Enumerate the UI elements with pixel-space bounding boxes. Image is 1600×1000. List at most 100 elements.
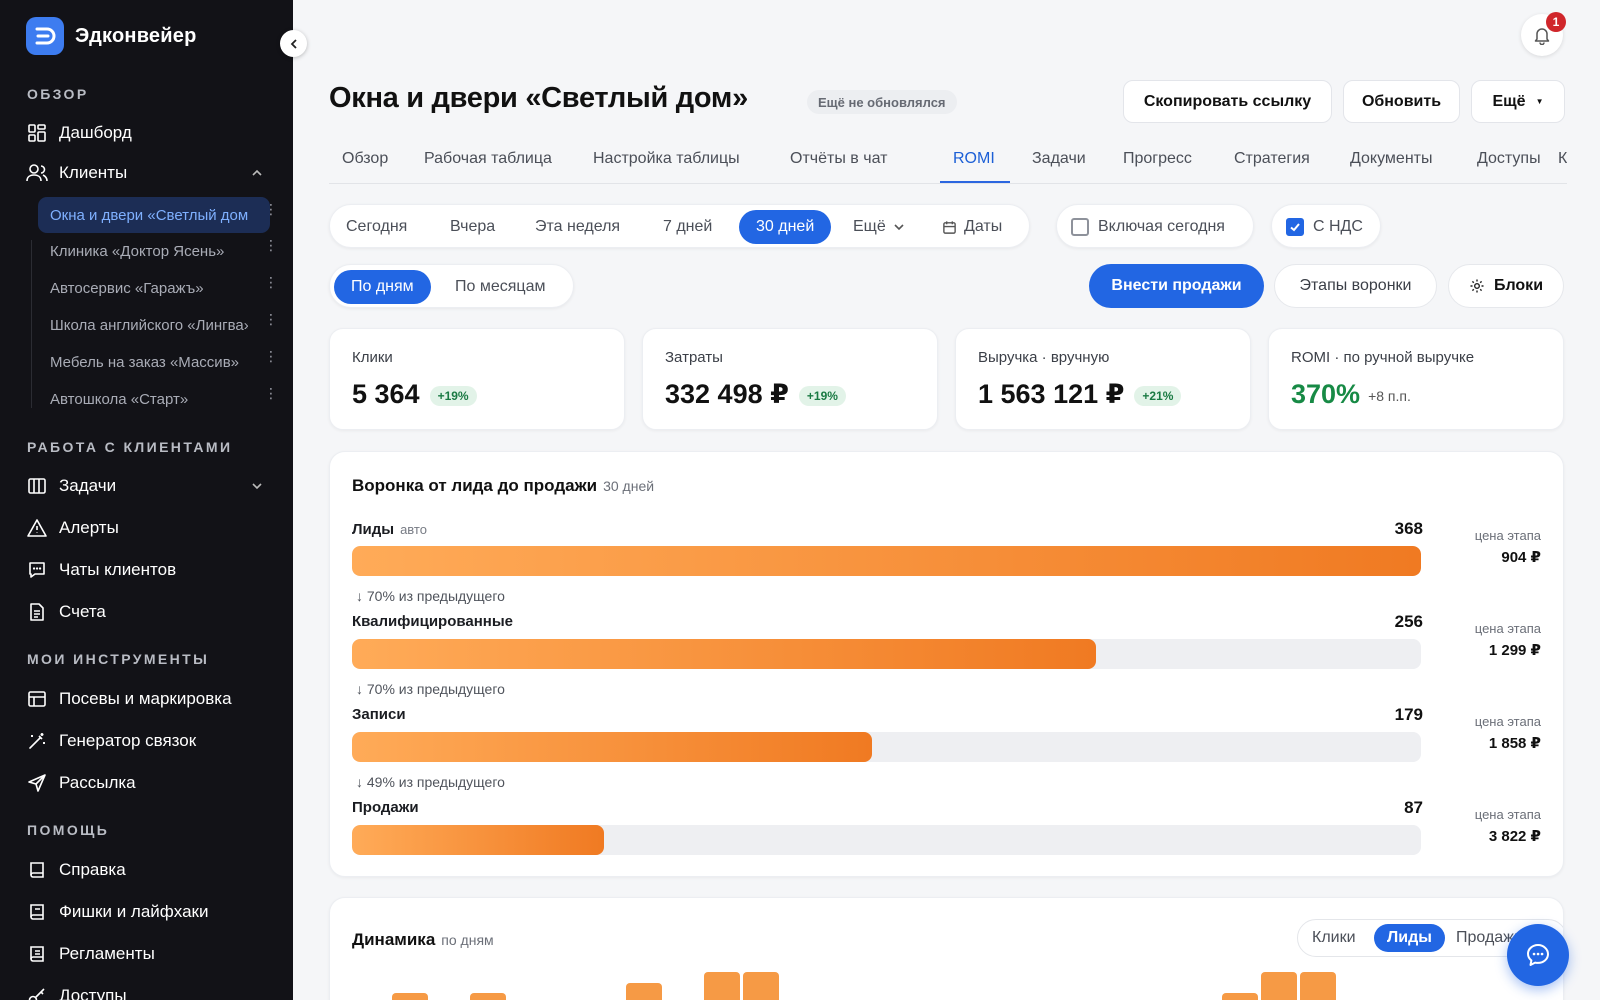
nav-item-access[interactable]: Доступы [26, 980, 270, 1000]
nav-item-rules[interactable]: Регламенты [26, 938, 270, 970]
nav-item-tips[interactable]: Фишки и лайфхаки [26, 896, 270, 928]
stage-label: Продажи [352, 799, 419, 816]
tab-overview[interactable]: Обзор [342, 150, 388, 168]
vat-label: С НДС [1313, 218, 1363, 235]
funnel-title: Воронка от лида до продажи 30 дней [352, 476, 654, 496]
nav-label: Дашборд [59, 123, 132, 142]
tab-table-settings[interactable]: Настройка таблицы [593, 150, 740, 168]
period-this-week[interactable]: Эта неделя [535, 210, 620, 244]
tab-reports[interactable]: Отчёты в чат [790, 150, 887, 168]
kpi-card-clicks: Клики 5 364 +19% [329, 328, 625, 430]
stage-track [352, 639, 1421, 669]
stage-label: Записи [352, 706, 406, 723]
tab-strategy[interactable]: Стратегия [1234, 150, 1310, 168]
funnel-title-text: Воронка от лида до продажи [352, 476, 598, 495]
brand[interactable]: Эдконвейер [26, 17, 197, 55]
stage-price: 1 858 ₽ [1488, 735, 1541, 752]
stage-count: 87 [1404, 798, 1423, 817]
more-vertical-icon[interactable]: ⋮ [264, 386, 278, 400]
kpi-delta-badge: +21% [1134, 385, 1182, 406]
book-icon [26, 943, 48, 965]
tab-truncated[interactable]: К [1558, 150, 1567, 168]
nav-item-reference[interactable]: Справка [26, 854, 270, 886]
tab-tasks[interactable]: Задачи [1032, 150, 1086, 168]
dynamics-subtitle: по дням [441, 932, 494, 948]
client-item[interactable]: Клиника «Доктор Ясень» ⋮ [38, 233, 278, 270]
more-vertical-icon[interactable]: ⋮ [264, 312, 278, 326]
metric-clicks[interactable]: Клики [1312, 924, 1356, 952]
stage-price: 904 ₽ [1501, 549, 1541, 566]
client-list-guide [31, 240, 32, 408]
client-item[interactable]: Школа английского «Лингва» ⋮ [38, 307, 278, 344]
book-icon [26, 859, 48, 881]
stage-track [352, 825, 1421, 855]
more-dropdown-button[interactable]: Ещё ▼ [1471, 80, 1565, 123]
client-name: Клиника «Доктор Ясень» [50, 243, 225, 260]
active-tab-indicator [940, 181, 1010, 183]
period-yesterday[interactable]: Вчера [450, 210, 495, 244]
dates-label: Даты [964, 218, 1003, 235]
key-icon [26, 985, 48, 1000]
nav-item-generator[interactable]: Генератор связок [26, 725, 270, 757]
nav-item-tasks[interactable]: Задачи [26, 470, 270, 502]
include-today-label: Включая сегодня [1098, 218, 1225, 235]
stage-conversion: ↓ 70% из предыдущего [356, 588, 505, 604]
tab-documents[interactable]: Документы [1350, 150, 1432, 168]
dynamics-bar [626, 983, 662, 1000]
chevron-up-icon[interactable] [250, 165, 264, 185]
client-item[interactable]: Мебель на заказ «Массив» ⋮ [38, 344, 278, 381]
more-vertical-icon[interactable]: ⋮ [264, 275, 278, 289]
chat-icon [26, 559, 48, 581]
nav-item-clients[interactable]: Клиенты [26, 157, 270, 189]
stage-price: 1 299 ₽ [1488, 642, 1541, 659]
support-chat-button[interactable] [1507, 924, 1569, 986]
vat-toggle[interactable]: С НДС [1271, 204, 1381, 248]
client-item-active[interactable]: Окна и двери «Светлый дом» ⋮ [38, 197, 278, 233]
chevron-down-icon[interactable] [250, 478, 264, 498]
client-item[interactable]: Автосервис «Гаражъ» ⋮ [38, 270, 278, 307]
nav-item-seeding[interactable]: Посевы и маркировка [26, 683, 270, 715]
period-today[interactable]: Сегодня [346, 210, 407, 244]
more-vertical-icon[interactable]: ⋮ [264, 202, 278, 216]
period-more-dropdown[interactable]: Ещё [853, 210, 906, 244]
refresh-button[interactable]: Обновить [1343, 80, 1460, 123]
metric-leads[interactable]: Лиды [1374, 924, 1445, 952]
brand-logo-icon [26, 17, 64, 55]
nav-item-alerts[interactable]: Алерты [26, 512, 270, 544]
stage-name: Записи [352, 706, 406, 723]
include-today-checkbox-wrap[interactable]: Включая сегодня [1071, 210, 1225, 244]
include-today-toggle[interactable]: Включая сегодня [1056, 204, 1254, 248]
page-title: Окна и двери «Светлый дом» [329, 82, 748, 114]
funnel-stages-button[interactable]: Этапы воронки [1274, 264, 1437, 308]
kpi-card-romi: ROMI · по ручной выручке 370% +8 п.п. [1268, 328, 1564, 430]
period-30-days[interactable]: 30 дней [739, 210, 832, 244]
stage-bar [352, 639, 1097, 669]
alert-icon [26, 517, 48, 539]
dates-button[interactable]: Даты [942, 210, 1002, 244]
collapse-sidebar-button[interactable] [280, 30, 307, 57]
kpi-label: Клики [352, 349, 393, 366]
kpi-value: 332 498 ₽ +19% [665, 379, 846, 410]
copy-link-button[interactable]: Скопировать ссылку [1123, 80, 1332, 123]
checkbox-icon[interactable] [1071, 218, 1089, 236]
blocks-button[interactable]: Блоки [1448, 264, 1564, 308]
granularity-months[interactable]: По месяцам [455, 270, 545, 304]
period-7-days[interactable]: 7 дней [663, 210, 712, 244]
tab-progress[interactable]: Прогресс [1123, 150, 1192, 168]
nav-item-mailing[interactable]: Рассылка [26, 767, 270, 799]
client-item[interactable]: Автошкола «Старт» ⋮ [38, 381, 278, 418]
granularity-days[interactable]: По дням [334, 270, 431, 304]
tab-access[interactable]: Доступы [1477, 150, 1541, 168]
section-title-work: РАБОТА С КЛИЕНТАМИ [27, 439, 233, 455]
nav-item-dashboard[interactable]: Дашборд [26, 117, 270, 149]
more-vertical-icon[interactable]: ⋮ [264, 238, 278, 252]
vat-checkbox-wrap[interactable]: С НДС [1286, 210, 1363, 244]
more-vertical-icon[interactable]: ⋮ [264, 349, 278, 363]
checkbox-checked-icon[interactable] [1286, 218, 1304, 236]
tab-romi[interactable]: ROMI [953, 150, 995, 168]
nav-item-chats[interactable]: Чаты клиентов [26, 554, 270, 586]
nav-item-invoices[interactable]: Счета [26, 596, 270, 628]
enter-sales-button[interactable]: Внести продажи [1089, 264, 1264, 308]
dynamics-card: Динамика по дням Клики Лиды Продажи [329, 897, 1564, 1000]
tab-worktable[interactable]: Рабочая таблица [424, 150, 552, 168]
